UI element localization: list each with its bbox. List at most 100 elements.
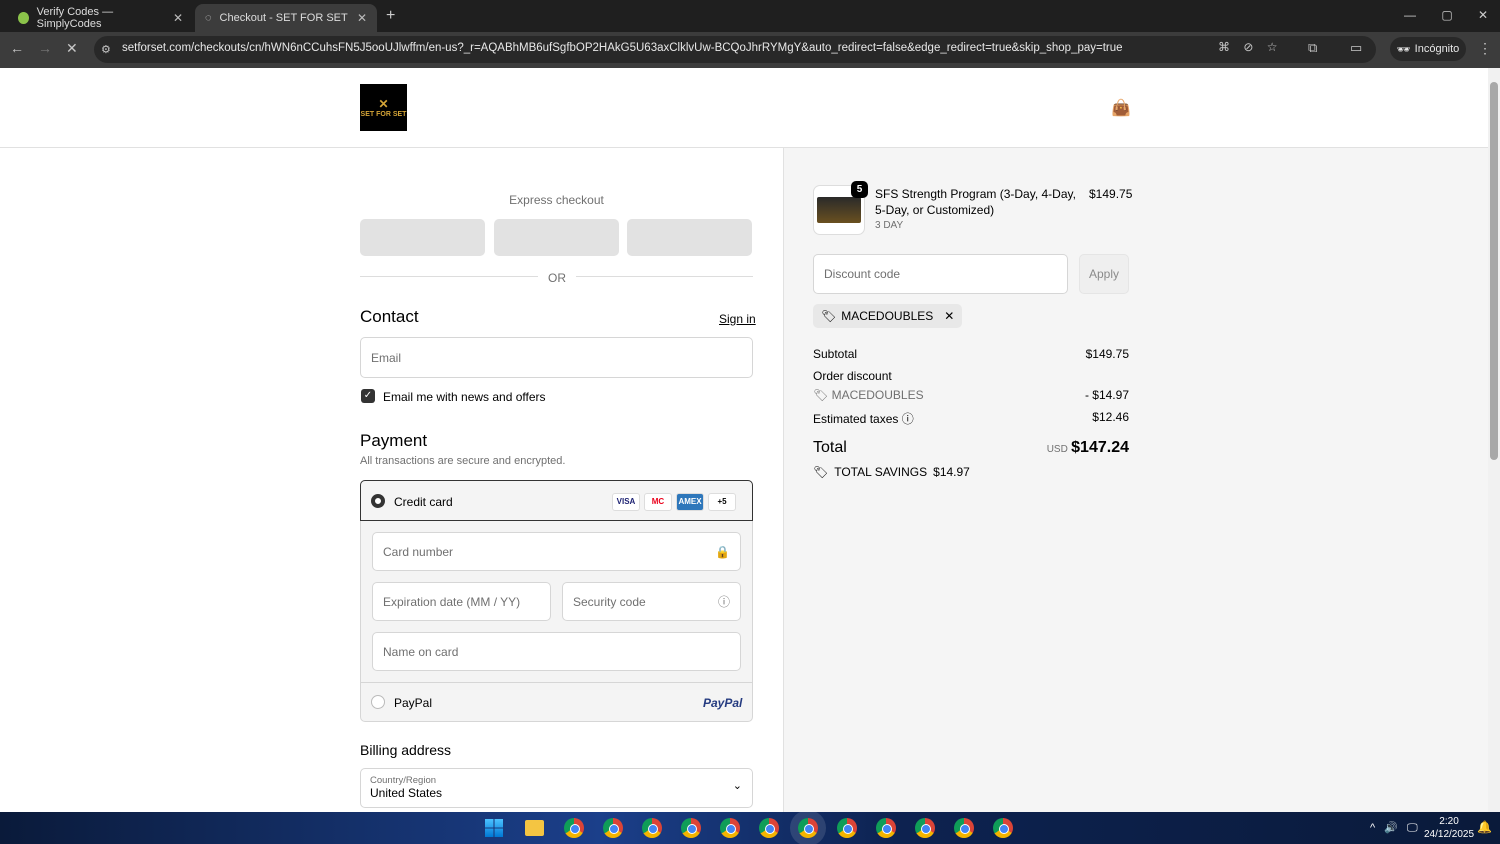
chrome-icon[interactable] — [876, 818, 896, 838]
chrome-icon[interactable] — [642, 818, 662, 838]
payment-heading: Payment — [360, 431, 428, 450]
card-brands: VISA MC AMEX +5 — [608, 491, 736, 511]
subtotal-label: Subtotal — [813, 347, 858, 361]
credit-card-radio[interactable] — [371, 494, 385, 508]
new-tab-button[interactable]: + — [386, 7, 395, 25]
total-row: Total USD $147.24 — [813, 439, 1129, 457]
tab-title: Verify Codes — SimplyCodes — [36, 6, 114, 30]
divider — [576, 276, 753, 277]
security-code-input[interactable]: Security code ⓘ — [562, 582, 741, 621]
chrome-icon[interactable] — [603, 818, 623, 838]
or-label: OR — [548, 271, 566, 285]
store-header — [0, 68, 1488, 148]
newsletter-checkbox[interactable]: ✓ — [361, 389, 375, 403]
card-number-placeholder: Card number — [383, 544, 454, 559]
remove-discount-icon[interactable]: ✕ — [944, 309, 954, 323]
date: 24/12/2025 — [1424, 829, 1475, 840]
tab-checkout[interactable]: ◌ Checkout - SET FOR SET ✕ — [195, 4, 377, 32]
currency: USD — [1046, 444, 1068, 455]
order-discount-label: Order discount — [813, 369, 892, 383]
subtotal-value: $149.75 — [1085, 347, 1129, 361]
taskbar — [0, 812, 1500, 844]
savings-tag-icon: 🏷 — [813, 465, 829, 479]
scrollbar-thumb[interactable] — [1490, 82, 1498, 460]
product-image — [817, 197, 861, 223]
chrome-icon[interactable] — [564, 818, 584, 838]
product-variant: 3 DAY — [875, 220, 904, 231]
window-controls[interactable]: — ▢ ✕ — [1404, 8, 1488, 22]
forward-button[interactable]: → — [38, 40, 52, 56]
savings-label: TOTAL SAVINGS — [834, 465, 928, 479]
tab-title: Checkout - SET FOR SET — [219, 12, 348, 24]
name-on-card-input[interactable]: Name on card — [372, 632, 741, 671]
file-explorer-icon[interactable] — [525, 820, 544, 836]
savings-value: $14.97 — [933, 465, 970, 479]
incognito-badge[interactable]: 🕶 Incógnito — [1390, 37, 1466, 61]
help-icon[interactable]: ⓘ — [902, 412, 914, 426]
system-tray-icons[interactable]: ^ 🔊 🖵 — [1370, 821, 1418, 835]
billing-heading: Billing address — [360, 742, 452, 758]
payment-subtext: All transactions are secure and encrypte… — [360, 455, 566, 467]
chrome-icon[interactable] — [954, 818, 974, 838]
chrome-icon[interactable] — [720, 818, 740, 838]
incognito-label: Incógnito — [1414, 43, 1460, 55]
stop-button[interactable]: ✕ — [66, 40, 78, 57]
express-button-1[interactable] — [360, 219, 485, 256]
total-savings: 🏷 TOTAL SAVINGS $14.97 — [813, 465, 970, 479]
close-tab-icon[interactable]: ✕ — [357, 11, 367, 25]
applied-discount-tag: 🏷 MACEDOUBLES ✕ — [813, 304, 963, 328]
url-text[interactable]: setforset.com/checkouts/cn/hWN6nCCuhsFN5… — [122, 42, 1123, 54]
order-summary-panel — [783, 148, 1488, 812]
paypal-radio[interactable] — [371, 695, 385, 709]
express-button-3[interactable] — [627, 219, 752, 256]
loading-icon: ◌ — [205, 12, 212, 24]
lock-icon: 🔒 — [715, 544, 730, 559]
divider — [360, 682, 753, 683]
site-info-icon[interactable]: ⚙ — [101, 43, 111, 56]
newsletter-label: Email me with news and offers — [383, 390, 546, 404]
discount-code-row: 🏷 MACEDOUBLES - $14.97 — [813, 388, 1129, 402]
taxes-row: Estimated taxes ⓘ $12.46 — [813, 410, 1129, 427]
apply-button[interactable]: Apply — [1079, 254, 1129, 294]
applied-code: MACEDOUBLES — [841, 309, 934, 323]
back-button[interactable]: ← — [10, 40, 24, 56]
credit-card-label: Credit card — [394, 495, 453, 509]
omnibox-icons[interactable]: ⌘ ⊘ ☆ — [1218, 40, 1277, 54]
card-number-input[interactable]: Card number 🔒 — [372, 532, 741, 571]
expiry-input[interactable]: Expiration date (MM / YY) — [372, 582, 551, 621]
chrome-icon[interactable] — [681, 818, 701, 838]
discount-code-input[interactable]: Discount code — [813, 254, 1068, 294]
country-value: United States — [370, 786, 443, 800]
time: 2:20 — [1439, 816, 1459, 827]
chrome-icon-active[interactable] — [798, 818, 818, 838]
tag-icon: 🏷 — [821, 309, 837, 323]
store-logo[interactable]: ✕ SET FOR SET — [360, 84, 407, 131]
sign-in-link[interactable]: Sign in — [719, 312, 756, 326]
chrome-icon[interactable] — [915, 818, 935, 838]
chrome-icon[interactable] — [759, 818, 779, 838]
tab-verify-codes[interactable]: Verify Codes — SimplyCodes ✕ — [8, 4, 193, 32]
extensions-icon[interactable]: ⧉ — [1308, 40, 1317, 56]
help-icon[interactable]: ⓘ — [718, 593, 730, 610]
clock[interactable]: 2:20 24/12/2025 — [1424, 815, 1474, 841]
tag-icon: 🏷 — [813, 388, 832, 402]
cart-bag-icon[interactable]: 👜 — [1111, 98, 1131, 118]
close-tab-icon[interactable]: ✕ — [173, 11, 183, 25]
logo-text: SET FOR SET — [360, 111, 407, 118]
chrome-icon[interactable] — [993, 818, 1013, 838]
country-select[interactable]: Country/Region United States ⌄ — [360, 768, 753, 808]
divider — [360, 276, 538, 277]
taxes-label: Estimated taxes — [813, 412, 899, 426]
menu-icon[interactable]: ⋮ — [1478, 40, 1492, 57]
sidebar-icon[interactable]: ▭ — [1350, 40, 1362, 56]
paypal-label: PayPal — [394, 696, 433, 710]
chrome-icon[interactable] — [837, 818, 857, 838]
taxes-value: $12.46 — [1092, 410, 1129, 424]
notification-icon[interactable]: 🔔 — [1477, 820, 1492, 834]
security-placeholder: Security code — [573, 594, 646, 609]
express-button-2[interactable] — [494, 219, 619, 256]
quantity-badge: 5 — [851, 181, 868, 198]
email-input[interactable]: Email — [360, 337, 753, 378]
simplycodes-icon — [18, 12, 29, 24]
subtotal-row: Subtotal $149.75 — [813, 347, 1129, 361]
